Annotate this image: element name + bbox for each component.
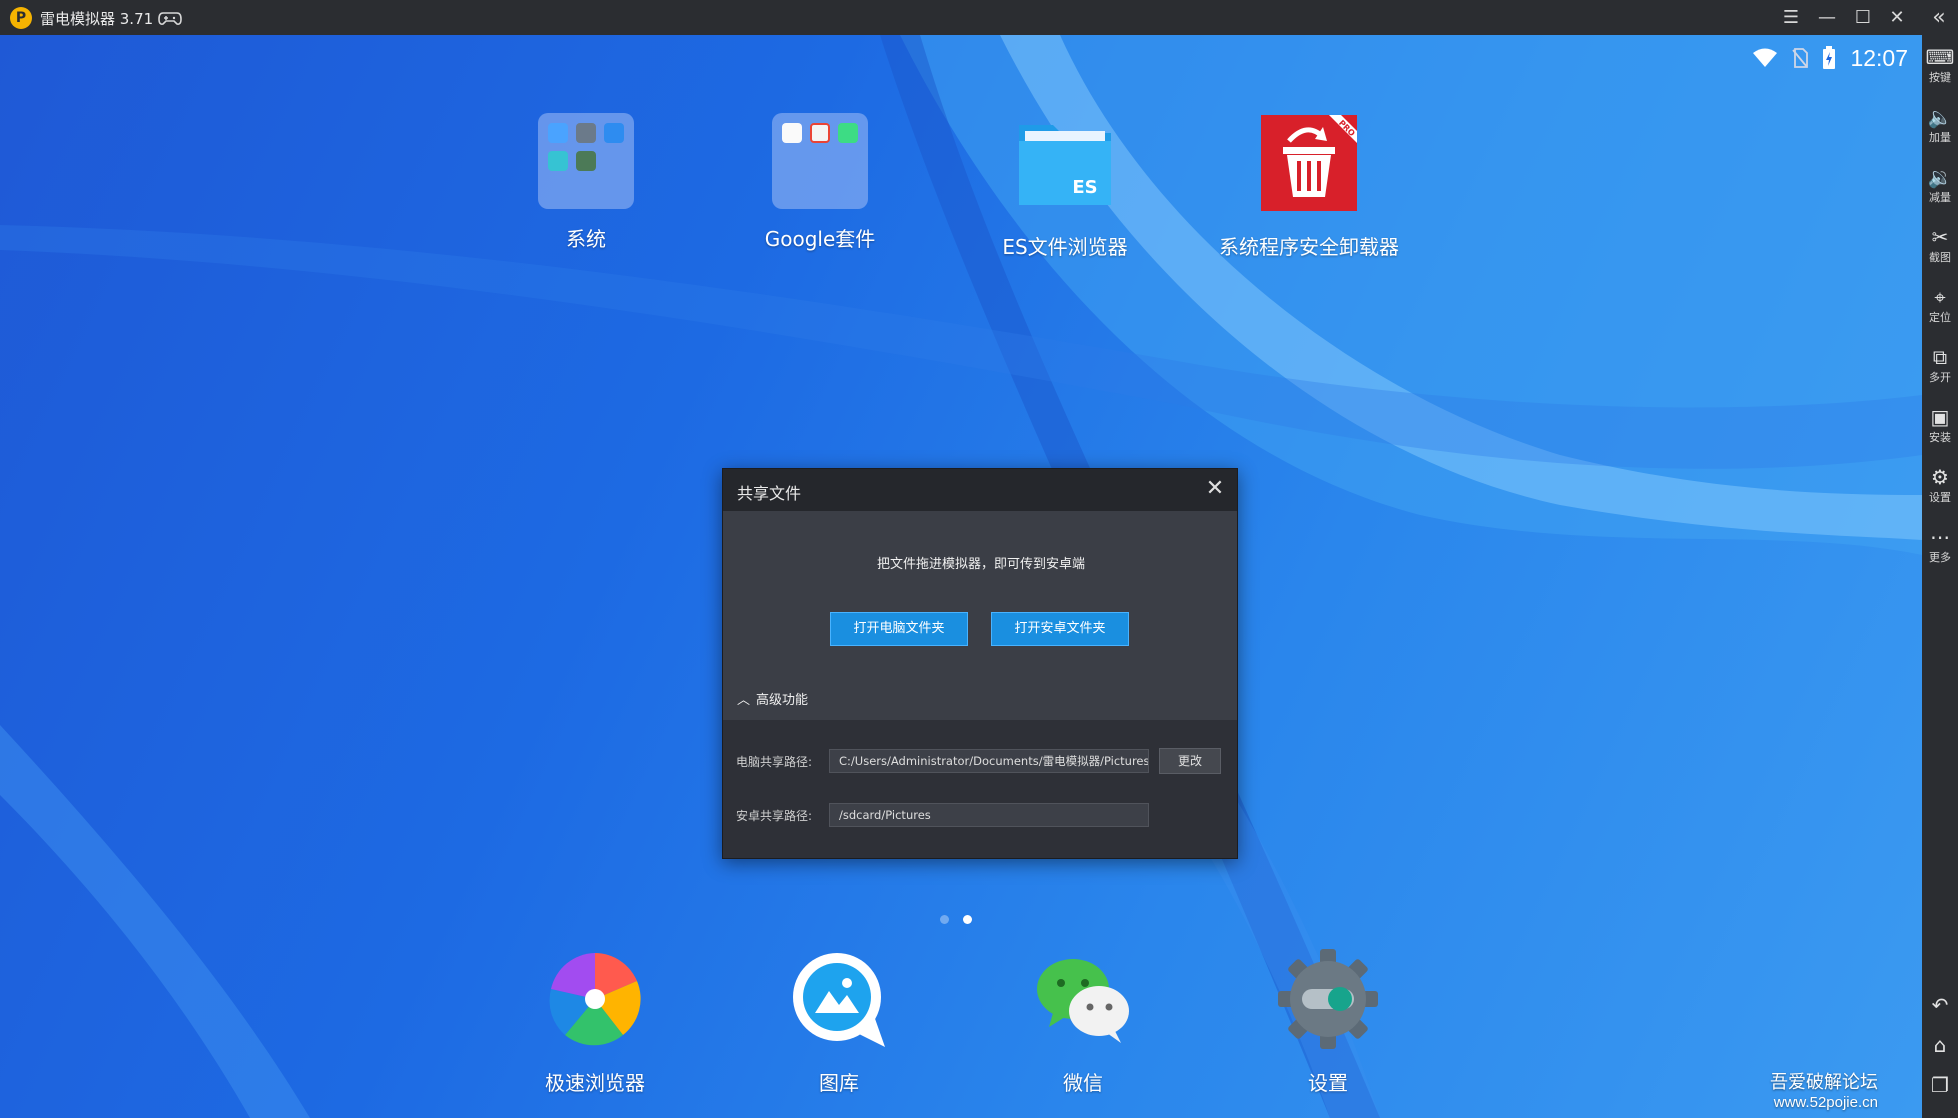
multi-instance-icon: ⧉: [1932, 345, 1948, 369]
emulator-toolbar: ⌨ 按键 🔈 加量 🔉 减量 ✂ 截图 ⌖ 定位 ⧉ 多开 ▣ 安装 ⚙ 设置 ⋯ 更多 ↶ ⌂ …: [1922, 35, 1958, 1118]
app-wechat[interactable]: 微信: [973, 949, 1193, 1096]
page-dot-active[interactable]: [963, 915, 972, 924]
uninstaller-icon: PRO: [1261, 115, 1357, 211]
app-system-uninstaller[interactable]: PRO 系统程序安全卸载器: [1199, 113, 1419, 260]
open-android-folder-button[interactable]: 打开安卓文件夹: [991, 612, 1129, 646]
location-button[interactable]: ⌖ 定位: [1922, 285, 1958, 325]
dialog-message: 把文件拖进模拟器，即可传到安卓端: [876, 557, 1085, 572]
home-button[interactable]: ⌂: [1922, 1033, 1958, 1057]
app-fast-browser[interactable]: 极速浏览器: [485, 949, 705, 1096]
app-label: 图库: [819, 1071, 859, 1095]
gear-icon: ⚙: [1931, 465, 1949, 489]
location-icon: ⌖: [1934, 285, 1946, 309]
volume-down-icon: 🔉: [1927, 165, 1953, 189]
open-pc-folder-button[interactable]: 打开电脑文件夹: [830, 612, 968, 646]
android-path-label: 安卓共享路径:: [736, 809, 813, 823]
settings-button[interactable]: ⚙ 设置: [1922, 465, 1958, 505]
app-logo-icon: P: [10, 7, 32, 29]
more-button[interactable]: ⋯ 更多: [1922, 525, 1958, 565]
dialog-close-icon[interactable]: ✕: [1203, 477, 1227, 501]
app-label: ES文件浏览器: [1002, 235, 1128, 259]
page-dot[interactable]: [940, 915, 949, 924]
dialog-header: 共享文件 ✕: [723, 469, 1237, 511]
pc-path-label: 电脑共享路径:: [736, 755, 813, 769]
watermark-url: www.52pojie.cn: [1773, 1094, 1878, 1111]
more-icon: ⋯: [1930, 525, 1950, 549]
clock: 12:07: [1850, 44, 1908, 71]
keyboard-mapping-button[interactable]: ⌨ 按键: [1922, 45, 1958, 85]
app-label: 设置: [1308, 1071, 1348, 1095]
advanced-toggle[interactable]: ︿ 高级功能: [737, 689, 808, 708]
app-google-suite-folder[interactable]: Google套件: [710, 113, 930, 252]
volume-down-button[interactable]: 🔉 减量: [1922, 165, 1958, 205]
apk-install-icon: ▣: [1930, 405, 1950, 429]
app-label: 极速浏览器: [545, 1071, 645, 1095]
gamepad-icon[interactable]: [158, 8, 182, 28]
recents-button[interactable]: ❐: [1922, 1073, 1958, 1097]
advanced-label: 高级功能: [756, 693, 809, 708]
watermark: 吾爱破解论坛 www.52pojie.cn: [1770, 1068, 1878, 1111]
scissors-icon: ✂: [1931, 225, 1949, 249]
advanced-panel: 电脑共享路径: C:/Users/Administrator/Documents…: [723, 720, 1237, 858]
page-indicator: [940, 915, 972, 924]
title-bar: P 雷电模拟器 3.71 ☰ — ☐ ✕ «: [0, 0, 1958, 35]
app-label: 微信: [1063, 1071, 1103, 1095]
es-file-explorer-icon: ES: [1019, 125, 1111, 205]
back-button[interactable]: ↶: [1922, 993, 1958, 1017]
dialog-title: 共享文件: [737, 484, 802, 503]
app-label: 系统: [566, 227, 606, 251]
folder-icon: [772, 113, 868, 209]
app-system-folder[interactable]: 系统: [476, 113, 696, 252]
app-label: Google套件: [764, 227, 876, 251]
android-screen[interactable]: 12:07 系统 Google套件 ES ES文件浏览器 PRO 系统程序安全卸…: [0, 35, 1922, 1118]
app-gallery[interactable]: 图库: [729, 949, 949, 1096]
wechat-icon: [1037, 959, 1129, 1043]
app-es-file-explorer[interactable]: ES ES文件浏览器: [955, 113, 1175, 260]
pc-path-field[interactable]: C:/Users/Administrator/Documents/雷电模拟器/P…: [829, 749, 1149, 773]
change-path-button[interactable]: 更改: [1159, 748, 1221, 774]
battery-charging-icon: [1823, 46, 1836, 69]
status-bar: 12:07: [1752, 41, 1908, 75]
screenshot-button[interactable]: ✂ 截图: [1922, 225, 1958, 265]
share-files-dialog: 共享文件 ✕ 把文件拖进模拟器，即可传到安卓端 打开电脑文件夹 打开安卓文件夹 …: [722, 468, 1238, 859]
menu-button[interactable]: ☰: [1778, 5, 1804, 31]
minimize-button[interactable]: —: [1814, 5, 1840, 31]
close-button[interactable]: ✕: [1884, 5, 1910, 31]
back-icon: ↶: [1931, 993, 1949, 1017]
volume-up-button[interactable]: 🔈 加量: [1922, 105, 1958, 145]
chevron-up-icon: ︿: [737, 693, 751, 708]
multi-instance-button[interactable]: ⧉ 多开: [1922, 345, 1958, 385]
svg-text:ES: ES: [1072, 177, 1097, 198]
collapse-sidebar-button[interactable]: «: [1926, 5, 1952, 31]
gallery-icon: [793, 953, 885, 1047]
watermark-title: 吾爱破解论坛: [1770, 1072, 1878, 1093]
maximize-button[interactable]: ☐: [1850, 5, 1876, 31]
keyboard-icon: ⌨: [1925, 45, 1955, 69]
browser-icon: [549, 953, 641, 1046]
no-sim-icon: [1792, 48, 1809, 68]
android-path-field[interactable]: /sdcard/Pictures: [829, 803, 1149, 827]
folder-icon: [538, 113, 634, 209]
wifi-icon: [1753, 48, 1778, 67]
volume-up-icon: 🔈: [1927, 105, 1953, 129]
install-apk-button[interactable]: ▣ 安装: [1922, 405, 1958, 445]
app-label: 系统程序安全卸载器: [1219, 235, 1399, 259]
app-settings[interactable]: 设置: [1218, 949, 1438, 1096]
settings-icon: [1278, 949, 1378, 1049]
home-icon: ⌂: [1933, 1033, 1947, 1057]
window-title: 雷电模拟器 3.71: [40, 10, 154, 28]
recents-icon: ❐: [1931, 1073, 1949, 1097]
